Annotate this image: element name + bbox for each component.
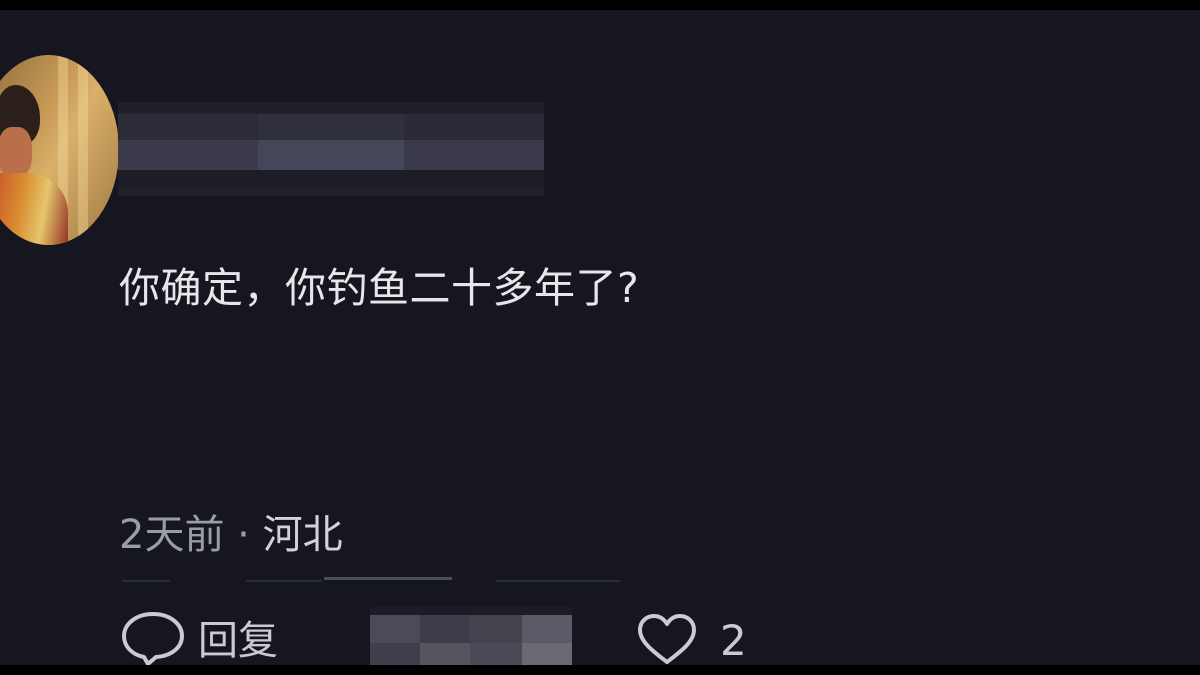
reply-label: 回复 <box>198 618 278 664</box>
heart-outline-icon <box>638 614 696 664</box>
divider <box>246 580 322 582</box>
meta-separator: · <box>237 512 250 558</box>
location: 河北 <box>262 512 343 558</box>
speech-bubble-icon <box>122 612 184 665</box>
avatar-face <box>0 127 32 177</box>
divider <box>122 580 170 582</box>
reply-button[interactable]: 回复 <box>118 608 278 665</box>
comment-meta: 2天前 · 河北 <box>119 502 343 560</box>
like-button[interactable]: 2 <box>632 608 747 665</box>
timestamp: 2天前 <box>119 512 225 558</box>
avatar[interactable] <box>0 55 119 245</box>
like-count: 2 <box>720 615 747 665</box>
avatar-background <box>78 55 88 245</box>
divider <box>496 580 620 582</box>
redacted-action[interactable] <box>370 607 572 665</box>
comment-text: 你确定，你钓鱼二十多年了? <box>119 264 640 312</box>
divider <box>324 577 452 580</box>
comment-card: 你确定，你钓鱼二十多年了? 2天前 · 河北 回复 2 <box>0 10 1200 665</box>
username-redacted[interactable] <box>118 102 544 196</box>
